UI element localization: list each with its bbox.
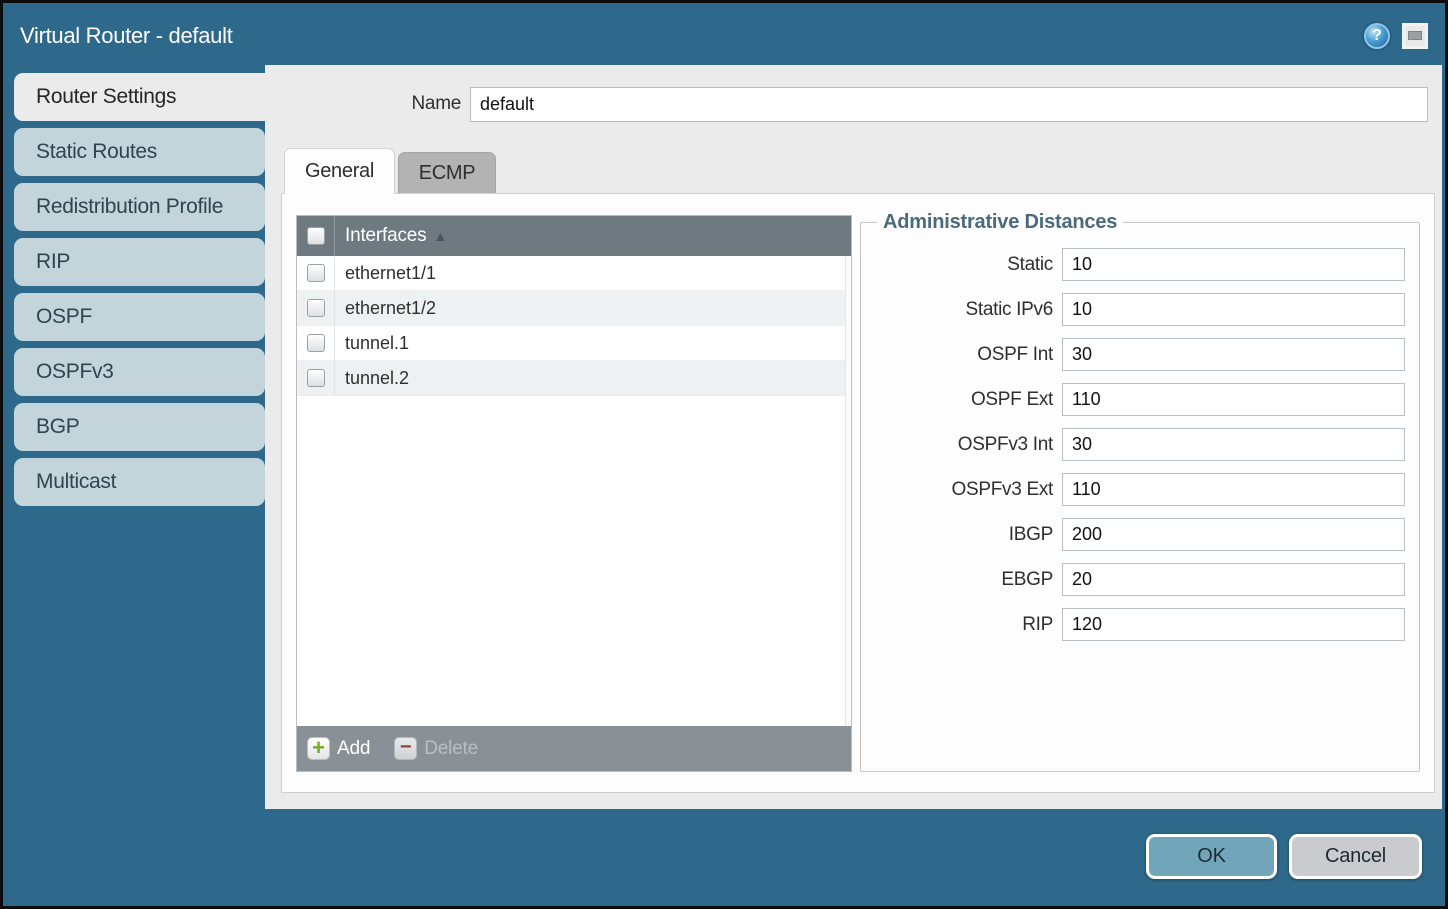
column-divider	[334, 291, 335, 325]
ospfv3-ext-label: OSPFv3 Ext	[875, 479, 1053, 501]
interface-name: ethernet1/1	[345, 263, 436, 284]
column-divider	[334, 326, 335, 360]
cancel-button[interactable]: Cancel	[1289, 834, 1422, 879]
rip-input[interactable]	[1062, 608, 1405, 641]
ospf-ext-input[interactable]	[1062, 383, 1405, 416]
window-icon[interactable]	[1402, 23, 1428, 49]
form-row: OSPFv3 Int	[875, 428, 1405, 461]
general-tab-panel: Interfaces ▲ ethernet1/1 ethernet1/2	[281, 193, 1435, 793]
rip-label: RIP	[875, 614, 1053, 636]
add-button-label: Add	[337, 738, 370, 760]
interfaces-table-header[interactable]: Interfaces ▲	[297, 216, 851, 256]
column-divider	[334, 256, 335, 290]
table-row[interactable]: ethernet1/2	[297, 291, 851, 326]
sidebar: Router Settings Static Routes Redistribu…	[6, 65, 265, 903]
sidebar-item-rip[interactable]: RIP	[14, 238, 265, 286]
form-row: OSPF Ext	[875, 383, 1405, 416]
table-scrollbar[interactable]	[845, 256, 851, 726]
add-icon: +	[307, 737, 330, 760]
delete-button-label: Delete	[424, 738, 478, 760]
ebgp-label: EBGP	[875, 569, 1053, 591]
column-divider	[334, 216, 335, 256]
table-row[interactable]: tunnel.1	[297, 326, 851, 361]
select-all-checkbox[interactable]	[307, 227, 325, 245]
form-row: IBGP	[875, 518, 1405, 551]
static-input[interactable]	[1062, 248, 1405, 281]
interfaces-table-body: ethernet1/1 ethernet1/2 tunnel.1	[297, 256, 851, 726]
interface-name: tunnel.1	[345, 333, 409, 354]
sidebar-item-multicast[interactable]: Multicast	[14, 458, 265, 506]
delete-button[interactable]: − Delete	[394, 737, 478, 760]
delete-icon: −	[394, 737, 417, 760]
ospfv3-int-label: OSPFv3 Int	[875, 434, 1053, 456]
interfaces-table: Interfaces ▲ ethernet1/1 ethernet1/2	[296, 215, 852, 772]
ospfv3-ext-input[interactable]	[1062, 473, 1405, 506]
sidebar-item-static-routes[interactable]: Static Routes	[14, 128, 265, 176]
table-row[interactable]: ethernet1/1	[297, 256, 851, 291]
sidebar-item-router-settings[interactable]: Router Settings	[14, 73, 265, 121]
plus-glyph: +	[312, 737, 325, 759]
name-label: Name	[265, 93, 461, 115]
static-ipv6-input[interactable]	[1062, 293, 1405, 326]
row-checkbox[interactable]	[307, 369, 325, 387]
dialog-footer: OK Cancel	[6, 809, 1442, 903]
static-label: Static	[875, 254, 1053, 276]
administrative-distances-fieldset: Administrative Distances Static Static I…	[860, 211, 1420, 772]
sidebar-item-redistribution-profile[interactable]: Redistribution Profile	[14, 183, 265, 231]
titlebar-icons: ?	[1364, 23, 1442, 49]
add-button[interactable]: + Add	[307, 737, 370, 760]
sidebar-item-bgp[interactable]: BGP	[14, 403, 265, 451]
ok-button[interactable]: OK	[1146, 834, 1277, 879]
ibgp-input[interactable]	[1062, 518, 1405, 551]
table-row[interactable]: tunnel.2	[297, 361, 851, 396]
column-divider	[334, 361, 335, 395]
interfaces-column-header: Interfaces	[345, 225, 426, 247]
title-bar: Virtual Router - default ?	[6, 6, 1442, 65]
administrative-distances-legend: Administrative Distances	[877, 211, 1123, 234]
tab-ecmp[interactable]: ECMP	[398, 152, 496, 193]
tab-general[interactable]: General	[284, 148, 395, 194]
ospfv3-int-input[interactable]	[1062, 428, 1405, 461]
window-icon-inner	[1408, 31, 1422, 40]
minus-glyph: −	[400, 737, 412, 757]
ebgp-input[interactable]	[1062, 563, 1405, 596]
row-checkbox[interactable]	[307, 334, 325, 352]
row-checkbox[interactable]	[307, 264, 325, 282]
form-row: OSPF Int	[875, 338, 1405, 371]
dialog-title: Virtual Router - default	[6, 23, 233, 49]
help-icon[interactable]: ?	[1364, 23, 1390, 49]
name-input[interactable]	[470, 87, 1428, 122]
ospf-ext-label: OSPF Ext	[875, 389, 1053, 411]
form-row: EBGP	[875, 563, 1405, 596]
interface-name: tunnel.2	[345, 368, 409, 389]
form-row: OSPFv3 Ext	[875, 473, 1405, 506]
virtual-router-dialog: Virtual Router - default ? Router Settin…	[0, 0, 1448, 909]
form-row: Static IPv6	[875, 293, 1405, 326]
static-ipv6-label: Static IPv6	[875, 299, 1053, 321]
ospf-int-input[interactable]	[1062, 338, 1405, 371]
interfaces-table-footer: + Add − Delete	[297, 726, 851, 771]
content-area: Name General ECMP Interfaces ▲ ethernet1…	[265, 65, 1442, 815]
sidebar-item-ospf[interactable]: OSPF	[14, 293, 265, 341]
form-row: RIP	[875, 608, 1405, 641]
sort-ascending-icon: ▲	[433, 228, 447, 244]
row-checkbox[interactable]	[307, 299, 325, 317]
ibgp-label: IBGP	[875, 524, 1053, 546]
form-row: Static	[875, 248, 1405, 281]
ospf-int-label: OSPF Int	[875, 344, 1053, 366]
sidebar-item-ospfv3[interactable]: OSPFv3	[14, 348, 265, 396]
interface-name: ethernet1/2	[345, 298, 436, 319]
